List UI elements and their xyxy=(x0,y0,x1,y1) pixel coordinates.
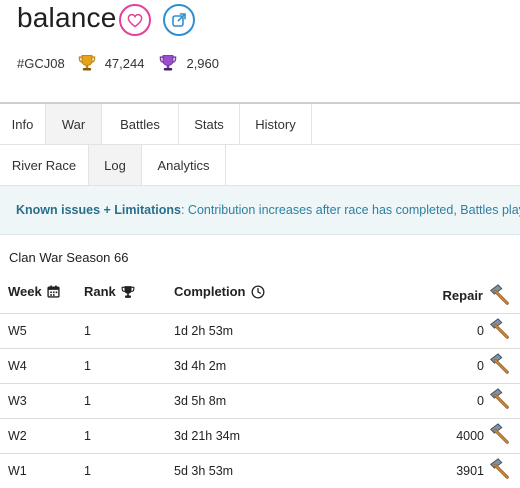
header-week-label: Week xyxy=(8,284,42,299)
notice-text: : Contribution increases after race has … xyxy=(180,203,520,217)
tab-history[interactable]: History xyxy=(240,104,312,145)
header-completion: Completion xyxy=(174,284,265,299)
war-trophy-icon xyxy=(158,53,178,73)
completion-cell: 1d 2h 53m xyxy=(174,324,234,338)
header-completion-label: Completion xyxy=(174,284,246,299)
completion-cell: 5d 3h 53m xyxy=(174,464,234,478)
header-rank: Rank xyxy=(84,284,135,299)
trophy-icon xyxy=(121,285,135,298)
clan-header: balance #GCJ08 47,244 2,960 xyxy=(0,0,520,103)
completion-cell: 3d 4h 2m xyxy=(174,359,227,373)
week-cell: W3 xyxy=(8,394,27,408)
hammer-icon xyxy=(490,318,509,339)
calendar-icon xyxy=(47,285,60,298)
repair-cell: 3901 xyxy=(456,464,484,478)
tab-info[interactable]: Info xyxy=(0,104,46,145)
clan-tag: #GCJ08 xyxy=(17,55,65,71)
table-row: W1 1 5d 3h 53m 3901 xyxy=(0,453,520,488)
trophy-count: 47,244 xyxy=(104,55,145,71)
hammer-icon xyxy=(490,423,509,444)
rank-cell: 1 xyxy=(84,324,91,338)
hammer-icon xyxy=(490,284,509,305)
table-header: Week Rank Completion Repair xyxy=(0,276,520,313)
header-week: Week xyxy=(8,284,60,299)
tab-analytics[interactable]: Analytics xyxy=(142,145,226,185)
tab-stats[interactable]: Stats xyxy=(179,104,240,145)
tab-war[interactable]: War xyxy=(46,104,102,145)
rank-cell: 1 xyxy=(84,394,91,408)
week-cell: W5 xyxy=(8,324,27,338)
primary-tabs: Info War Battles Stats History xyxy=(0,104,312,145)
header-repair-label: Repair xyxy=(442,287,483,303)
table-row: W4 1 3d 4h 2m 0 xyxy=(0,348,520,383)
war-trophy-count: 2,960 xyxy=(186,55,220,71)
repair-cell: 4000 xyxy=(456,429,484,443)
repair-cell: 0 xyxy=(477,359,484,373)
tab-battles[interactable]: Battles xyxy=(102,104,179,145)
header-rank-label: Rank xyxy=(84,284,116,299)
clock-icon xyxy=(251,285,264,298)
hammer-icon xyxy=(490,458,509,479)
table-row: W3 1 3d 5h 8m 0 xyxy=(0,383,520,418)
notice-title: Known issues + Limitations xyxy=(16,203,181,217)
heart-icon xyxy=(127,13,143,27)
week-cell: W2 xyxy=(8,429,27,443)
tab-log[interactable]: Log xyxy=(89,145,142,185)
week-cell: W4 xyxy=(8,359,27,373)
rank-cell: 1 xyxy=(84,464,91,478)
war-log-table: W5 1 1d 2h 53m 0 W4 1 3d 4h 2m 0 W3 1 3d… xyxy=(0,313,520,488)
trophy-icon xyxy=(77,53,97,73)
clan-name: balance xyxy=(17,2,117,33)
season-title: Clan War Season 66 xyxy=(9,250,129,265)
hammer-icon xyxy=(490,353,509,374)
secondary-tabs: River Race Log Analytics xyxy=(0,145,226,185)
header-repair: Repair xyxy=(443,284,510,306)
completion-cell: 3d 21h 34m xyxy=(174,429,241,443)
completion-cell: 3d 5h 8m xyxy=(174,394,227,408)
rank-cell: 1 xyxy=(84,429,91,443)
table-row: W2 1 3d 21h 34m 4000 xyxy=(0,418,520,453)
week-cell: W1 xyxy=(8,464,27,478)
hammer-icon xyxy=(490,388,509,409)
repair-cell: 0 xyxy=(477,324,484,338)
favorite-button[interactable] xyxy=(119,4,151,36)
known-issues-notice: Known issues + Limitations: Contribution… xyxy=(0,186,520,235)
tab-river-race[interactable]: River Race xyxy=(0,145,89,185)
share-button[interactable] xyxy=(163,4,195,36)
rank-cell: 1 xyxy=(84,359,91,373)
external-link-icon xyxy=(172,13,186,27)
table-row: W5 1 1d 2h 53m 0 xyxy=(0,313,520,348)
clan-meta: #GCJ08 47,244 2,960 xyxy=(17,52,233,74)
repair-cell: 0 xyxy=(477,394,484,408)
